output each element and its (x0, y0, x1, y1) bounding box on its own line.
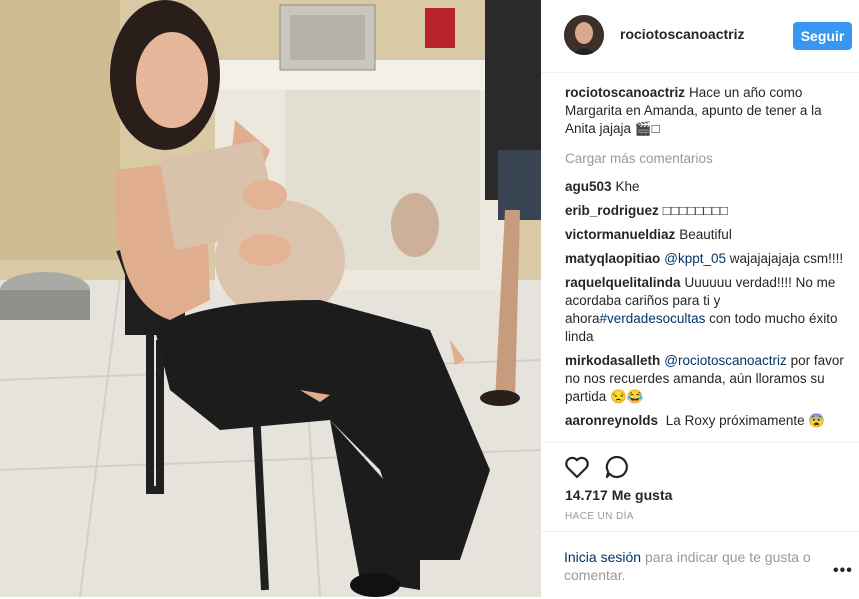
comment-item: raquelquelitalinda Uuuuuu verdad!!!! No m… (565, 274, 849, 346)
comment-text: □□□□□□□□ (662, 203, 729, 218)
comment-mention-link[interactable]: @rociotoscanoactriz (664, 353, 787, 368)
likes-count[interactable]: 14.717 Me gusta (565, 487, 672, 503)
comment-text: Khe (615, 179, 640, 194)
avatar-image (564, 15, 604, 55)
comment-mention-link[interactable]: @kppt_05 (664, 251, 726, 266)
post-sidebar: rociotoscanoactriz Seguir rociotoscanoac… (541, 0, 859, 597)
caption: rociotoscanoactriz Hace un año como Marga… (565, 84, 849, 138)
caption-username-link[interactable]: rociotoscanoactriz (565, 85, 685, 100)
login-prompt: Inicia sesión para indicar que te gusta … (541, 531, 859, 599)
comment-text: wajajajajaja csm!!!! (729, 251, 844, 266)
load-more-comments-link[interactable]: Cargar más comentarios (565, 150, 849, 168)
comment-username-link[interactable]: mirkodasalleth (565, 353, 660, 368)
comment-username-link[interactable]: aaronreynolds (565, 413, 658, 428)
post-time[interactable]: HACE UN DÍA (565, 511, 634, 522)
comment-item: mirkodasalleth @rociotoscanoactriz por fa… (565, 352, 849, 406)
comment-username-link[interactable]: agu503 (565, 179, 612, 194)
post-header: rociotoscanoactriz Seguir (541, 0, 859, 73)
more-options-icon[interactable]: ••• (833, 562, 853, 580)
comment-hashtag-link[interactable]: #verdadesocultas (600, 311, 706, 326)
comment-username-link[interactable]: victormanueldiaz (565, 227, 675, 242)
login-prompt-text: Inicia sesión para indicar que te gusta … (564, 548, 824, 584)
comment-username-link[interactable]: erib_rodriguez (565, 203, 659, 218)
comment-item: agu503 Khe (565, 178, 849, 196)
header-username-link[interactable]: rociotoscanoactriz (620, 26, 744, 42)
follow-button[interactable]: Seguir (793, 22, 852, 50)
avatar[interactable] (564, 15, 604, 55)
comment-username-link[interactable]: matyqlaopitiao (565, 251, 660, 266)
comment-item: aaronreynolds La Roxy próximamente 😨 (565, 412, 849, 430)
comments-list[interactable]: rociotoscanoactriz Hace un año como Marga… (565, 84, 849, 442)
comment-item: matyqlaopitiao @kppt_05 wajajajajaja csm!… (565, 250, 849, 268)
post-image (0, 0, 541, 597)
login-link[interactable]: Inicia sesión (564, 549, 641, 565)
heart-outline-icon[interactable] (563, 453, 591, 481)
comment-username-link[interactable]: raquelquelitalinda (565, 275, 681, 290)
comment-item: victormanueldiaz Beautiful (565, 226, 849, 244)
comment-text: Beautiful (679, 227, 732, 242)
post-actions: 14.717 Me gusta HACE UN DÍA Inicia sesió… (541, 442, 859, 598)
comment-bubble-icon[interactable] (603, 453, 631, 481)
comment-item: erib_rodriguez □□□□□□□□ (565, 202, 849, 220)
comment-text: La Roxy próximamente 😨 (665, 413, 826, 428)
post-photo[interactable] (0, 0, 541, 597)
